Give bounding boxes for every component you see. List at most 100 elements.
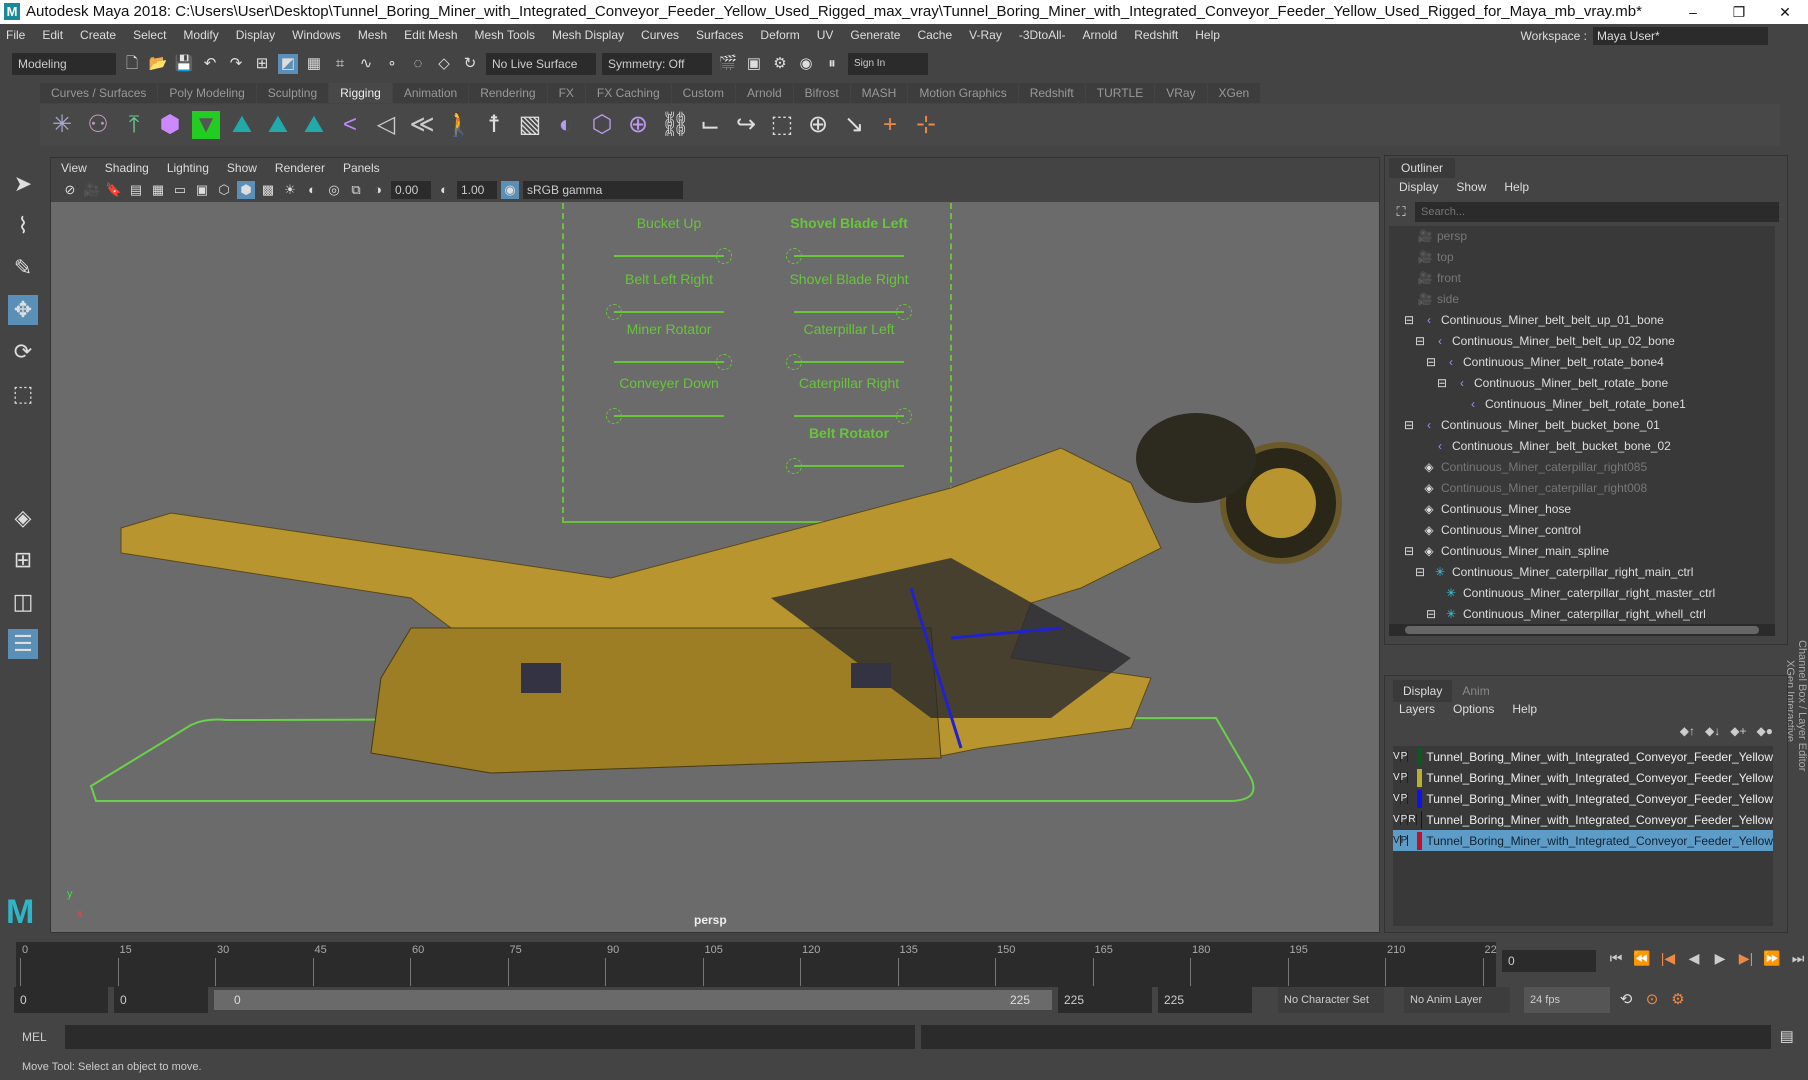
expand-toggle-icon[interactable]: ⊟ xyxy=(1401,415,1417,436)
shelf-tab-curves-surfaces[interactable]: Curves / Surfaces xyxy=(40,83,158,103)
outliner-item[interactable]: ◈ Continuous_Miner_control xyxy=(1389,520,1775,541)
menu-surfaces[interactable]: Surfaces xyxy=(696,28,743,42)
shelf-tab-poly-modeling[interactable]: Poly Modeling xyxy=(158,83,256,103)
character-set-dropdown[interactable]: No Character Set xyxy=(1278,987,1384,1013)
scene-end-field[interactable]: 225 xyxy=(1158,987,1252,1013)
menu-select[interactable]: Select xyxy=(133,28,166,42)
playback-toggle[interactable]: P xyxy=(1401,751,1409,762)
scene-start-field[interactable]: 0 xyxy=(14,987,108,1013)
playback-end-field[interactable]: 225 xyxy=(1058,987,1152,1013)
outliner-tab[interactable]: Outliner xyxy=(1389,158,1456,178)
snap-curve-icon[interactable]: ∿ xyxy=(356,54,376,74)
close-button[interactable]: ✕ xyxy=(1762,0,1808,24)
render-icon[interactable]: 🎬 xyxy=(718,54,738,74)
sign-in-button[interactable]: Sign In xyxy=(848,53,928,75)
live-surface-field[interactable]: No Live Surface xyxy=(486,53,596,75)
menu-create[interactable]: Create xyxy=(80,28,116,42)
undo-icon[interactable]: ↶ xyxy=(200,54,220,74)
select-object-icon[interactable]: ◩ xyxy=(278,54,298,74)
menu-file[interactable]: File xyxy=(6,28,25,42)
layer-color-swatch[interactable] xyxy=(1417,747,1423,766)
character-icon[interactable]: ☨ xyxy=(480,111,508,139)
menu-curves[interactable]: Curves xyxy=(641,28,679,42)
hik-icon-3[interactable]: ⛰ xyxy=(300,111,328,139)
shelf-tab-animation[interactable]: Animation xyxy=(392,83,469,103)
menu-generate[interactable]: Generate xyxy=(850,28,900,42)
bone-icon-2[interactable]: ◁ xyxy=(372,111,400,139)
outliner-item[interactable]: ◈ Continuous_Miner_hose xyxy=(1389,499,1775,520)
wrap-icon[interactable]: ⊕ xyxy=(624,111,652,139)
shelf-tab-turtle[interactable]: TURTLE xyxy=(1085,83,1155,103)
anim-prefs-icon[interactable]: ⚙ xyxy=(1668,990,1688,1010)
layer-row[interactable]: V P R Tunnel_Boring_Miner_with_Integrated_C… xyxy=(1393,809,1773,830)
snap-view-icon[interactable]: ◌ xyxy=(408,54,428,74)
outliner-item[interactable]: ◈ Continuous_Miner_caterpillar_right085 xyxy=(1389,457,1775,478)
workspace-selector[interactable]: Workspace : Maya User* xyxy=(1521,27,1768,45)
reference-toggle[interactable]: R xyxy=(1408,814,1417,825)
shelf-tab-mash[interactable]: MASH xyxy=(850,83,908,103)
menu-display[interactable]: Display xyxy=(236,28,275,42)
menu-deform[interactable]: Deform xyxy=(760,28,799,42)
hik-icon-1[interactable]: ⛰ xyxy=(228,111,256,139)
redo-icon[interactable]: ↷ xyxy=(226,54,246,74)
range-slider[interactable]: 0 225 xyxy=(214,990,1052,1010)
layer-color-swatch[interactable] xyxy=(1420,810,1423,829)
outliner-item[interactable]: 🎥 persp xyxy=(1389,226,1775,247)
outliner-horizontal-scrollbar[interactable] xyxy=(1389,624,1775,636)
menu-mesh-display[interactable]: Mesh Display xyxy=(552,28,624,42)
outliner-item[interactable]: 🎥 top xyxy=(1389,247,1775,268)
shelf-tab-redshift[interactable]: Redshift xyxy=(1018,83,1085,103)
render-settings-icon[interactable]: ⚙ xyxy=(770,54,790,74)
layer-row[interactable]: V P Tunnel_Boring_Miner_with_Integrated_Co… xyxy=(1393,830,1773,851)
layer-color-swatch[interactable] xyxy=(1417,831,1423,850)
layer-color-swatch[interactable] xyxy=(1417,789,1423,808)
bone-icon-1[interactable]: < xyxy=(336,111,364,139)
ik-handle-icon[interactable]: ⤒ xyxy=(120,111,148,139)
step-back-key-icon[interactable]: ⏪ xyxy=(1632,948,1652,968)
single-view-icon[interactable]: ◈ xyxy=(8,503,38,533)
outliner-item[interactable]: ⊟ ‹ Continuous_Miner_belt_rotate_bone xyxy=(1389,373,1775,394)
select-tool-icon[interactable]: ➤ xyxy=(8,169,38,199)
script-editor-icon[interactable]: ▤ xyxy=(1777,1027,1797,1047)
lattice-icon[interactable]: ⬡ xyxy=(588,111,616,139)
next-key-icon[interactable]: ▶| xyxy=(1736,948,1756,968)
shelf-tab-vray[interactable]: VRay xyxy=(1155,83,1207,103)
cluster-icon[interactable]: ▼ xyxy=(192,111,220,139)
outliner-item[interactable]: ⊟ ✳ Continuous_Miner_caterpillar_right_mai… xyxy=(1389,562,1775,583)
menu-mesh[interactable]: Mesh xyxy=(358,28,387,42)
orient-constraint-icon[interactable]: ↪ xyxy=(732,111,760,139)
menu-uv[interactable]: UV xyxy=(817,28,834,42)
layer-tab-anim[interactable]: Anim xyxy=(1452,680,1499,702)
rotate-tool-icon[interactable]: ⟳ xyxy=(8,337,38,367)
symmetry-dropdown[interactable]: Symmetry: Off xyxy=(602,53,712,75)
visibility-toggle[interactable]: V xyxy=(1393,751,1401,762)
snap-grid-icon[interactable]: ⌗ xyxy=(330,54,350,74)
playback-toggle[interactable]: P xyxy=(1401,772,1409,783)
expand-toggle-icon[interactable]: ⊟ xyxy=(1412,331,1428,352)
visibility-toggle[interactable]: V xyxy=(1393,793,1401,804)
outliner-menu-show[interactable]: Show xyxy=(1456,180,1486,194)
outliner-item[interactable]: ⊟ ‹ Continuous_Miner_belt_bucket_bone_01 xyxy=(1389,415,1775,436)
hik-icon-2[interactable]: ⛰ xyxy=(264,111,292,139)
outliner-menu-display[interactable]: Display xyxy=(1399,180,1438,194)
outliner-item[interactable]: ⊟ ‹ Continuous_Miner_belt_belt_up_02_bone xyxy=(1389,331,1775,352)
menu-windows[interactable]: Windows xyxy=(292,28,341,42)
expand-toggle-icon[interactable]: ⊟ xyxy=(1434,373,1450,394)
select-hierarchy-icon[interactable]: ⊞ xyxy=(252,54,272,74)
shelf-tab-motion-graphics[interactable]: Motion Graphics xyxy=(908,83,1018,103)
menu-redshift[interactable]: Redshift xyxy=(1134,28,1178,42)
move-layer-up-icon[interactable]: ◆↑ xyxy=(1680,724,1695,738)
outliner-item[interactable]: ⊟ ✳ Continuous_Miner_caterpillar_right_whe… xyxy=(1389,604,1775,625)
pause-icon[interactable]: ⏸ xyxy=(822,54,842,74)
expand-toggle-icon[interactable]: ⊟ xyxy=(1412,562,1428,583)
expand-toggle-icon[interactable]: ⊟ xyxy=(1401,541,1417,562)
fps-dropdown[interactable]: 24 fps xyxy=(1524,987,1610,1013)
expand-toggle-icon[interactable]: ⊟ xyxy=(1423,352,1439,373)
outliner-item[interactable]: ⊟ ‹ Continuous_Miner_belt_rotate_bone4 xyxy=(1389,352,1775,373)
layer-tab-display[interactable]: Display xyxy=(1393,680,1453,702)
time-slider[interactable]: 0 15 30 45 60 75 90 105 120 135 150 165 180 195 210 22 xyxy=(16,942,1497,987)
outliner-item[interactable]: ⊟ ◈ Continuous_Miner_main_spline xyxy=(1389,541,1775,562)
menu-arnold[interactable]: Arnold xyxy=(1083,28,1118,42)
menu-cache[interactable]: Cache xyxy=(917,28,952,42)
joint-tool-icon[interactable]: ✳ xyxy=(48,111,76,139)
